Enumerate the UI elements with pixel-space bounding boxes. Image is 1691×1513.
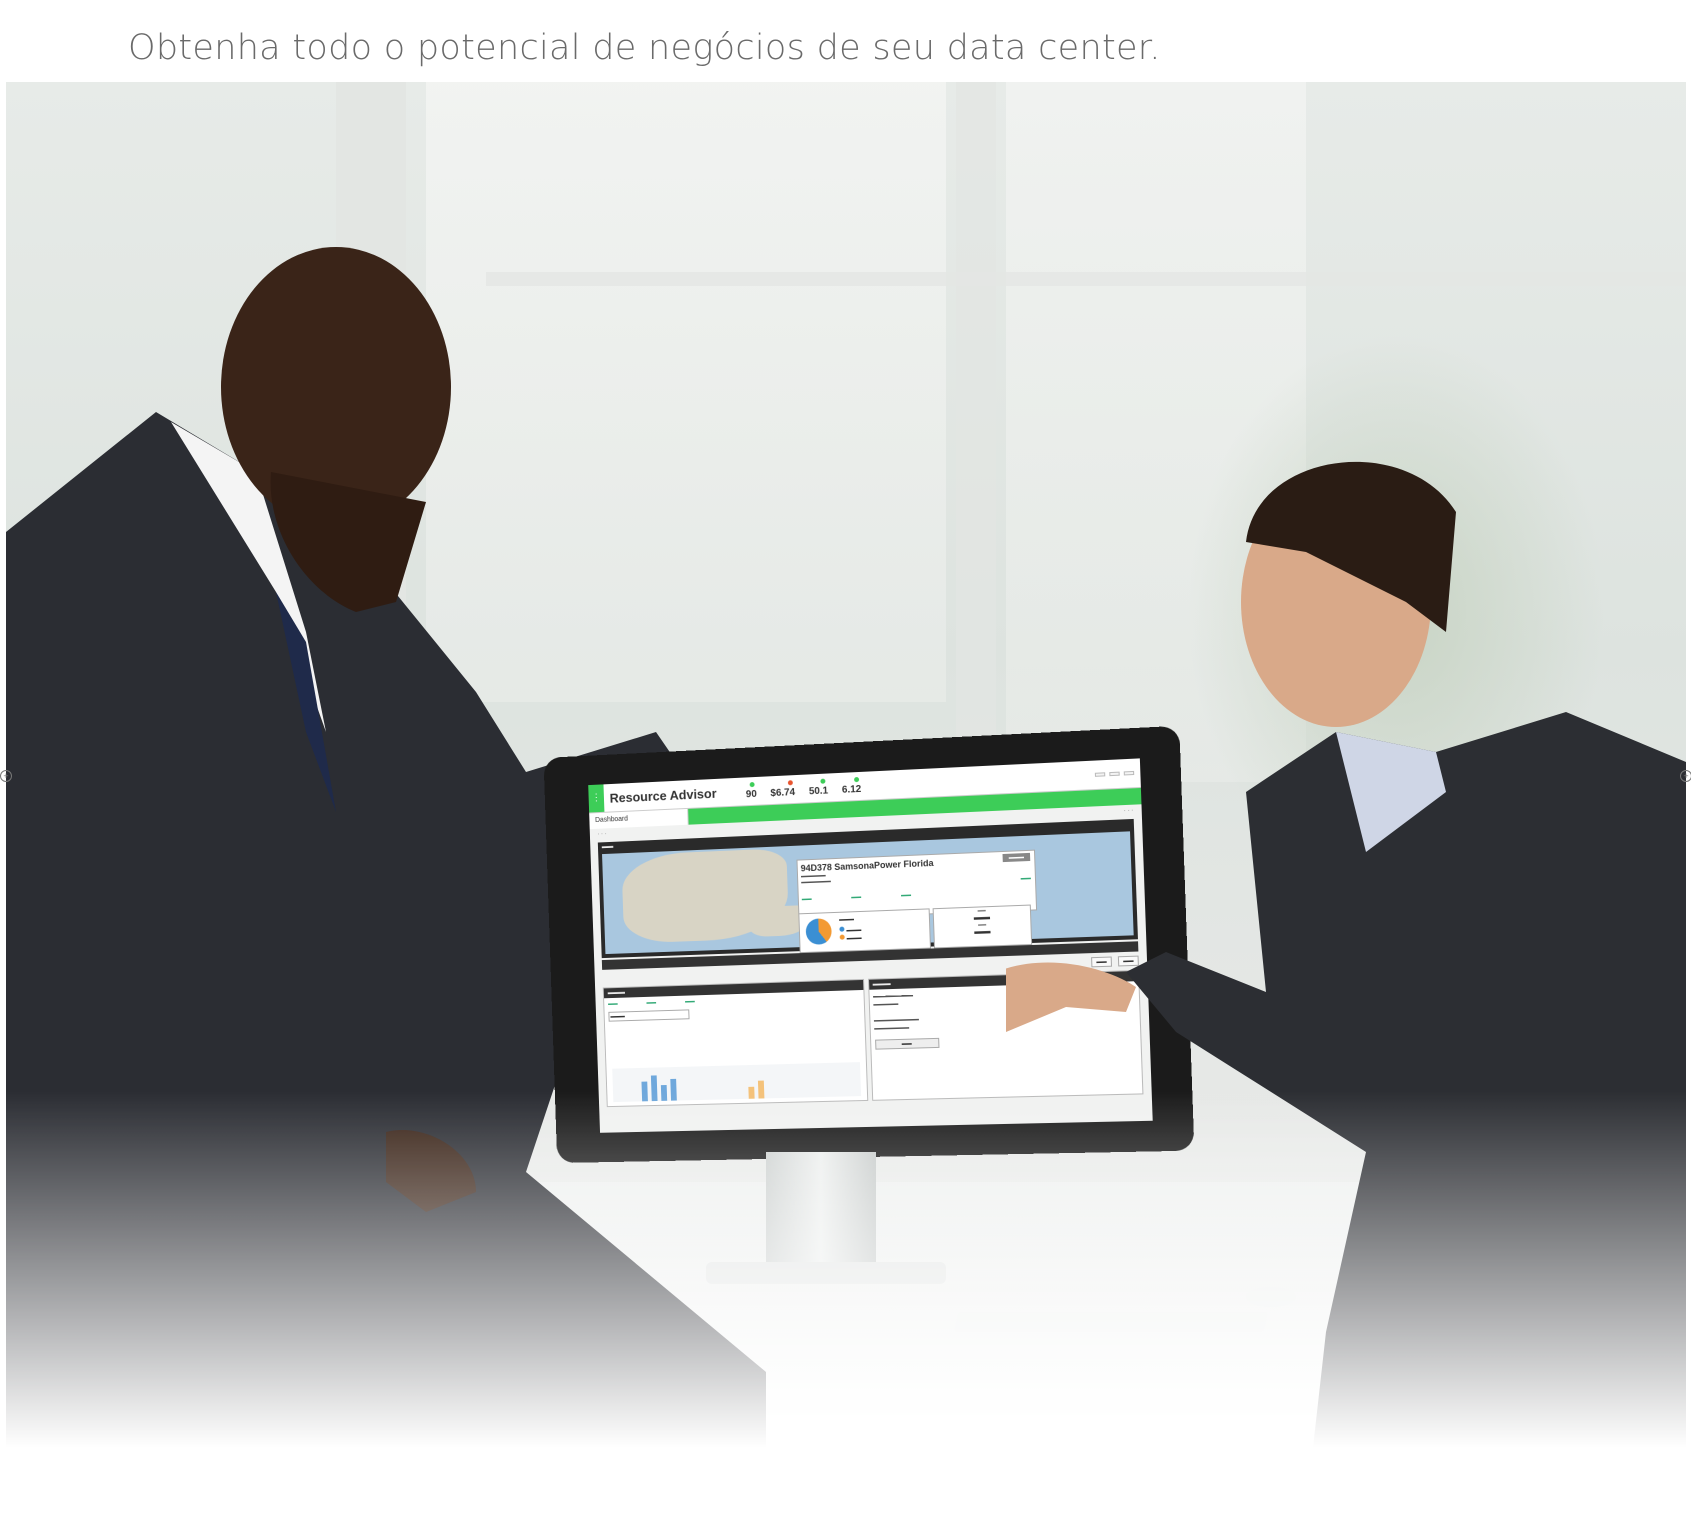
- office-photo: ⋮ Resource Advisor 90 $6.74 50.1 6.12 Da…: [6, 82, 1686, 1510]
- pie-legend-row: ▬▬▬: [839, 934, 862, 942]
- pie-legend-row: ▬▬▬: [839, 926, 861, 934]
- kpi-bar: 90 $6.74 50.1 6.12: [745, 776, 861, 800]
- comment-button[interactable]: ▬▬: [874, 1037, 939, 1050]
- kpi-1[interactable]: 90: [745, 782, 757, 800]
- page-subtitle: Obtenha todo o potencial de negócios de …: [128, 28, 1161, 68]
- energy-pie-card: ▬▬▬ ▬▬▬ ▬▬▬: [798, 908, 931, 954]
- kpi-3[interactable]: 50.1: [808, 778, 828, 797]
- bottom-fade: [6, 1090, 1686, 1510]
- pie-title: ▬▬▬: [839, 916, 855, 923]
- usage-panel: ▬▬▬ ▬▬ ▬▬ ▬▬ ▬▬▬: [602, 978, 868, 1108]
- registration-mark-icon: +: [0, 770, 12, 782]
- registration-mark-icon: +: [1680, 770, 1691, 782]
- kpi-4[interactable]: 6.12: [842, 776, 861, 796]
- energy-pie-chart: [805, 918, 833, 945]
- kpi-2[interactable]: $6.74: [770, 780, 795, 799]
- app-title: Resource Advisor: [609, 785, 717, 806]
- usage-select[interactable]: ▬▬▬: [608, 1009, 690, 1022]
- app-logo: ⋮: [588, 784, 605, 813]
- site-links: ▬▬ ▬▬ ▬▬: [801, 892, 912, 903]
